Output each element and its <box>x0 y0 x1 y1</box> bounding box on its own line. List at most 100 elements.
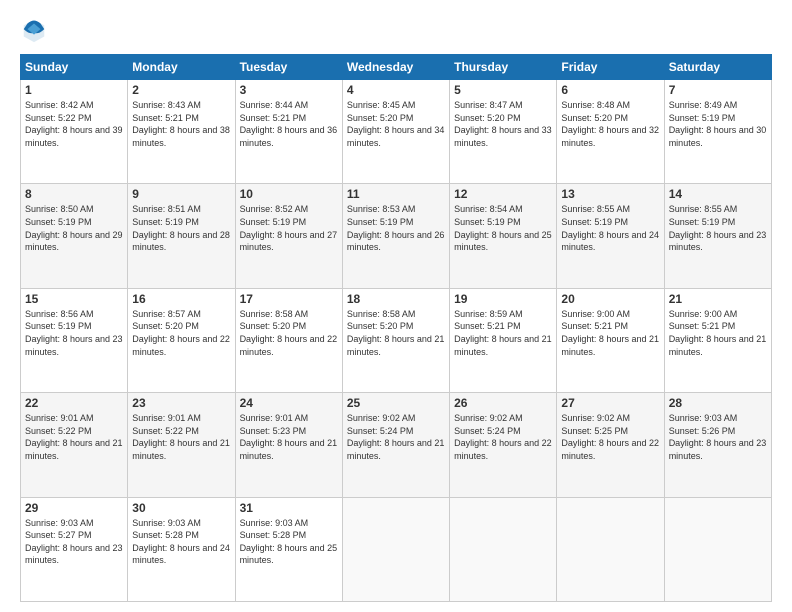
calendar-cell: 23 Sunrise: 9:01 AMSunset: 5:22 PMDayligh… <box>128 393 235 497</box>
calendar-cell: 4 Sunrise: 8:45 AMSunset: 5:20 PMDaylight… <box>342 80 449 184</box>
calendar-cell: 25 Sunrise: 9:02 AMSunset: 5:24 PMDayligh… <box>342 393 449 497</box>
calendar-cell: 11 Sunrise: 8:53 AMSunset: 5:19 PMDayligh… <box>342 184 449 288</box>
day-info: Sunrise: 9:00 AMSunset: 5:21 PMDaylight:… <box>561 308 659 358</box>
day-number: 24 <box>240 396 338 410</box>
day-number: 27 <box>561 396 659 410</box>
calendar-cell: 18Sunrise: 8:58 AMSunset: 5:20 PMDayligh… <box>342 288 449 392</box>
day-info: Sunrise: 9:03 AMSunset: 5:28 PMDaylight:… <box>132 517 230 567</box>
day-number: 26 <box>454 396 552 410</box>
day-info: Sunrise: 8:49 AMSunset: 5:19 PMDaylight:… <box>669 99 767 149</box>
header-row: SundayMondayTuesdayWednesdayThursdayFrid… <box>21 55 772 80</box>
day-header-wednesday: Wednesday <box>342 55 449 80</box>
day-number: 6 <box>561 83 659 97</box>
day-number: 29 <box>25 501 123 515</box>
day-info: Sunrise: 9:01 AMSunset: 5:22 PMDaylight:… <box>132 412 230 462</box>
day-number: 15 <box>25 292 123 306</box>
calendar-cell: 9Sunrise: 8:51 AMSunset: 5:19 PMDaylight… <box>128 184 235 288</box>
day-number: 20 <box>561 292 659 306</box>
calendar-cell: 5 Sunrise: 8:47 AMSunset: 5:20 PMDaylight… <box>450 80 557 184</box>
calendar-cell: 28 Sunrise: 9:03 AMSunset: 5:26 PMDayligh… <box>664 393 771 497</box>
calendar-cell <box>450 497 557 601</box>
day-info: Sunrise: 8:44 AMSunset: 5:21 PMDaylight:… <box>240 99 338 149</box>
day-number: 19 <box>454 292 552 306</box>
day-number: 28 <box>669 396 767 410</box>
day-number: 31 <box>240 501 338 515</box>
day-number: 7 <box>669 83 767 97</box>
day-number: 5 <box>454 83 552 97</box>
day-info: Sunrise: 8:50 AMSunset: 5:19 PMDaylight:… <box>25 203 123 253</box>
day-number: 22 <box>25 396 123 410</box>
calendar-cell: 12Sunrise: 8:54 AMSunset: 5:19 PMDayligh… <box>450 184 557 288</box>
day-header-friday: Friday <box>557 55 664 80</box>
day-info: Sunrise: 9:02 AMSunset: 5:25 PMDaylight:… <box>561 412 659 462</box>
calendar-cell: 21 Sunrise: 9:00 AMSunset: 5:21 PMDayligh… <box>664 288 771 392</box>
day-info: Sunrise: 8:42 AMSunset: 5:22 PMDaylight:… <box>25 99 123 149</box>
day-number: 4 <box>347 83 445 97</box>
day-info: Sunrise: 8:57 AMSunset: 5:20 PMDaylight:… <box>132 308 230 358</box>
day-info: Sunrise: 9:00 AMSunset: 5:21 PMDaylight:… <box>669 308 767 358</box>
day-number: 17 <box>240 292 338 306</box>
day-number: 30 <box>132 501 230 515</box>
day-info: Sunrise: 9:02 AMSunset: 5:24 PMDaylight:… <box>347 412 445 462</box>
day-info: Sunrise: 9:03 AMSunset: 5:27 PMDaylight:… <box>25 517 123 567</box>
calendar-cell: 6 Sunrise: 8:48 AMSunset: 5:20 PMDaylight… <box>557 80 664 184</box>
calendar-week-4: 22 Sunrise: 9:01 AMSunset: 5:22 PMDayligh… <box>21 393 772 497</box>
calendar-cell <box>342 497 449 601</box>
header <box>20 16 772 44</box>
day-info: Sunrise: 8:48 AMSunset: 5:20 PMDaylight:… <box>561 99 659 149</box>
calendar-cell: 29 Sunrise: 9:03 AMSunset: 5:27 PMDayligh… <box>21 497 128 601</box>
calendar-cell: 19Sunrise: 8:59 AMSunset: 5:21 PMDayligh… <box>450 288 557 392</box>
calendar-cell: 14Sunrise: 8:55 AMSunset: 5:19 PMDayligh… <box>664 184 771 288</box>
day-header-saturday: Saturday <box>664 55 771 80</box>
day-number: 18 <box>347 292 445 306</box>
day-header-sunday: Sunday <box>21 55 128 80</box>
calendar-cell: 15Sunrise: 8:56 AMSunset: 5:19 PMDayligh… <box>21 288 128 392</box>
calendar-body: 1 Sunrise: 8:42 AMSunset: 5:22 PMDaylight… <box>21 80 772 602</box>
calendar-week-5: 29 Sunrise: 9:03 AMSunset: 5:27 PMDayligh… <box>21 497 772 601</box>
logo <box>20 16 52 44</box>
day-number: 23 <box>132 396 230 410</box>
day-info: Sunrise: 9:01 AMSunset: 5:23 PMDaylight:… <box>240 412 338 462</box>
calendar-cell: 13 Sunrise: 8:55 AMSunset: 5:19 PMDayligh… <box>557 184 664 288</box>
day-info: Sunrise: 8:55 AMSunset: 5:19 PMDaylight:… <box>669 203 767 253</box>
calendar-cell: 8 Sunrise: 8:50 AMSunset: 5:19 PMDaylight… <box>21 184 128 288</box>
day-number: 3 <box>240 83 338 97</box>
calendar-cell: 30 Sunrise: 9:03 AMSunset: 5:28 PMDayligh… <box>128 497 235 601</box>
day-info: Sunrise: 8:45 AMSunset: 5:20 PMDaylight:… <box>347 99 445 149</box>
calendar-cell: 27 Sunrise: 9:02 AMSunset: 5:25 PMDayligh… <box>557 393 664 497</box>
day-header-thursday: Thursday <box>450 55 557 80</box>
calendar-cell: 7 Sunrise: 8:49 AMSunset: 5:19 PMDaylight… <box>664 80 771 184</box>
calendar-cell: 17 Sunrise: 8:58 AMSunset: 5:20 PMDayligh… <box>235 288 342 392</box>
day-number: 2 <box>132 83 230 97</box>
calendar-cell: 24 Sunrise: 9:01 AMSunset: 5:23 PMDayligh… <box>235 393 342 497</box>
day-info: Sunrise: 8:54 AMSunset: 5:19 PMDaylight:… <box>454 203 552 253</box>
day-header-tuesday: Tuesday <box>235 55 342 80</box>
day-info: Sunrise: 8:53 AMSunset: 5:19 PMDaylight:… <box>347 203 445 253</box>
day-info: Sunrise: 8:55 AMSunset: 5:19 PMDaylight:… <box>561 203 659 253</box>
calendar-week-1: 1 Sunrise: 8:42 AMSunset: 5:22 PMDaylight… <box>21 80 772 184</box>
day-number: 8 <box>25 187 123 201</box>
day-info: Sunrise: 8:47 AMSunset: 5:20 PMDaylight:… <box>454 99 552 149</box>
day-number: 1 <box>25 83 123 97</box>
day-number: 16 <box>132 292 230 306</box>
day-info: Sunrise: 8:58 AMSunset: 5:20 PMDaylight:… <box>240 308 338 358</box>
calendar-header: SundayMondayTuesdayWednesdayThursdayFrid… <box>21 55 772 80</box>
day-info: Sunrise: 8:52 AMSunset: 5:19 PMDaylight:… <box>240 203 338 253</box>
calendar-page: SundayMondayTuesdayWednesdayThursdayFrid… <box>0 0 792 612</box>
day-number: 21 <box>669 292 767 306</box>
day-number: 9 <box>132 187 230 201</box>
day-number: 25 <box>347 396 445 410</box>
day-info: Sunrise: 9:03 AMSunset: 5:28 PMDaylight:… <box>240 517 338 567</box>
day-info: Sunrise: 9:01 AMSunset: 5:22 PMDaylight:… <box>25 412 123 462</box>
day-number: 13 <box>561 187 659 201</box>
day-number: 11 <box>347 187 445 201</box>
calendar-cell <box>557 497 664 601</box>
calendar-cell: 16 Sunrise: 8:57 AMSunset: 5:20 PMDayligh… <box>128 288 235 392</box>
calendar-cell: 10Sunrise: 8:52 AMSunset: 5:19 PMDayligh… <box>235 184 342 288</box>
day-info: Sunrise: 9:03 AMSunset: 5:26 PMDaylight:… <box>669 412 767 462</box>
calendar-week-3: 15Sunrise: 8:56 AMSunset: 5:19 PMDayligh… <box>21 288 772 392</box>
calendar-cell: 22 Sunrise: 9:01 AMSunset: 5:22 PMDayligh… <box>21 393 128 497</box>
calendar-cell: 1 Sunrise: 8:42 AMSunset: 5:22 PMDaylight… <box>21 80 128 184</box>
calendar-table: SundayMondayTuesdayWednesdayThursdayFrid… <box>20 54 772 602</box>
day-info: Sunrise: 8:43 AMSunset: 5:21 PMDaylight:… <box>132 99 230 149</box>
